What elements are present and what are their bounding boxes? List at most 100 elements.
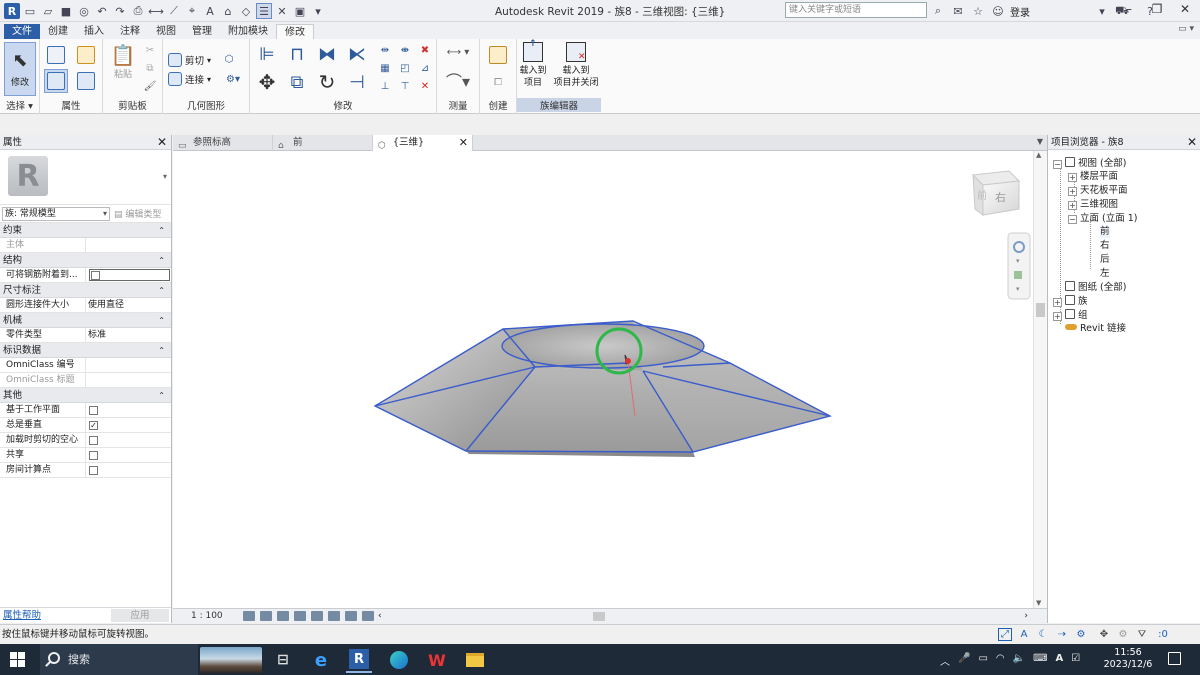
sync-icon[interactable]: ◎ <box>76 3 92 19</box>
trim-single-icon[interactable]: ⊤ <box>398 79 412 93</box>
design-options-icon[interactable]: A <box>1017 628 1031 641</box>
wifi-icon[interactable]: ◠ <box>996 653 1005 668</box>
property-value[interactable] <box>86 448 171 462</box>
property-value[interactable] <box>86 433 171 447</box>
tab-reference-level[interactable]: ▭ 参照标高 <box>173 135 273 151</box>
user-icon[interactable]: ☺ <box>990 3 1006 19</box>
property-group-header[interactable]: 尺寸标注 ⌃ <box>0 283 171 298</box>
restore-button[interactable]: ❐ <box>1148 2 1166 16</box>
close-button[interactable]: ✕ <box>1176 2 1194 16</box>
crop-view-icon[interactable] <box>345 611 357 621</box>
temporary-hide-icon[interactable] <box>362 611 374 621</box>
subscription-icon[interactable]: ✉ <box>950 3 966 19</box>
modify-button[interactable]: ⬉ 修改 <box>4 42 36 96</box>
copy-icon[interactable]: ⧉ <box>143 61 157 75</box>
tree-expander-icon[interactable]: + <box>1053 298 1062 307</box>
browser-node[interactable]: − 视图 (全部) <box>1053 157 1126 170</box>
browser-node[interactable]: 右 <box>1100 240 1110 252</box>
binoculars-icon[interactable]: ⌕ <box>930 3 946 19</box>
filter-icon[interactable]: ⛛ <box>1135 628 1149 641</box>
browser-node[interactable]: − 立面 (立面 1) <box>1068 213 1138 225</box>
trim-extend-icon[interactable]: ⊣ <box>346 71 368 93</box>
editing-requests-icon[interactable]: ☾ <box>1036 628 1050 641</box>
property-group-header[interactable]: 结构 ⌃ <box>0 253 171 268</box>
sun-path-icon[interactable] <box>277 611 289 621</box>
navigation-bar[interactable]: ▾ ▾ <box>1007 232 1031 300</box>
scroll-left-icon[interactable]: ‹ <box>378 609 382 623</box>
scrollbar-thumb[interactable] <box>593 612 605 621</box>
collapse-icon[interactable]: ⌃ <box>158 343 165 358</box>
horizontal-scrollbar[interactable]: ‹ › <box>378 610 1028 622</box>
rotate-icon[interactable]: ↻ <box>316 70 338 94</box>
tab-addins[interactable]: 附加模块 <box>220 24 276 39</box>
edit-type-button[interactable]: ▤ 编辑类型 <box>114 207 161 220</box>
drag-elements-icon[interactable]: ✥ <box>1097 628 1111 641</box>
scroll-up-icon[interactable]: ▲ <box>1036 151 1041 159</box>
viewcube[interactable]: 前 右 <box>971 170 1021 216</box>
unpin-icon[interactable]: ✖ <box>418 43 432 57</box>
tree-expander-icon[interactable]: − <box>1053 160 1062 169</box>
collapse-icon[interactable]: ⌃ <box>158 253 165 268</box>
settings-icon[interactable]: ⚙ <box>1074 628 1088 641</box>
property-value[interactable] <box>86 238 171 252</box>
taskbar-search[interactable]: 搜索 <box>40 644 198 675</box>
close-icon[interactable]: ✕ <box>459 135 468 151</box>
collapse-icon[interactable]: ⌃ <box>158 388 165 403</box>
revit-app-icon[interactable]: R <box>4 3 20 19</box>
split-element-icon[interactable]: ⇹ <box>378 43 392 57</box>
visual-style-icon[interactable] <box>260 611 272 621</box>
tag-icon[interactable]: ⌖ <box>184 3 200 19</box>
create-group-icon[interactable] <box>486 43 510 67</box>
mirror-draw-icon[interactable]: ⧔ <box>346 43 368 65</box>
collapse-icon[interactable]: ⌃ <box>158 223 165 238</box>
default-3d-view-icon[interactable]: ⌂ <box>220 3 236 19</box>
align-icon[interactable]: ⊫ <box>256 43 278 65</box>
login-link[interactable]: 登录 <box>1010 4 1030 19</box>
property-group-header[interactable]: 机械 ⌃ <box>0 313 171 328</box>
taskbar-clock[interactable]: 11:56 2023/12/6 <box>1098 647 1158 671</box>
view-scale[interactable]: 1 : 100 <box>191 609 223 623</box>
join-geometry-button[interactable]: 连接 ▾ <box>168 72 211 86</box>
new-icon[interactable]: ▭ <box>22 3 38 19</box>
tree-expander-icon[interactable]: + <box>1068 173 1077 182</box>
browser-node[interactable]: + 族 <box>1053 295 1088 308</box>
match-properties-icon[interactable]: 🖌 <box>143 79 157 93</box>
mirror-axis-icon[interactable]: ⧓ <box>316 43 338 65</box>
browser-node[interactable]: 前 <box>1100 226 1110 238</box>
properties-toggle-icon[interactable] <box>44 69 68 93</box>
scale-icon[interactable]: ◰ <box>398 61 412 75</box>
property-value[interactable] <box>86 373 171 387</box>
vertical-scrollbar[interactable]: ▲ ▼ <box>1033 151 1047 608</box>
task-view-icon[interactable]: ⊟ <box>270 647 296 673</box>
wps-office-icon[interactable]: W <box>424 647 450 673</box>
open-icon[interactable]: ▱ <box>40 3 56 19</box>
tab-front-elevation[interactable]: ⌂ 前 <box>273 135 373 151</box>
property-value[interactable] <box>86 268 171 282</box>
print-icon[interactable]: ⎙ <box>130 3 146 19</box>
scroll-down-icon[interactable]: ▼ <box>1036 599 1041 607</box>
search-input[interactable]: 键入关键字或短语 <box>785 2 927 18</box>
ribbon-options-icon[interactable]: ▭ ▾ <box>1178 24 1194 34</box>
cut-icon[interactable]: ✂ <box>143 43 157 57</box>
dimension-tool-icon[interactable]: ⌒▾ <box>441 69 475 91</box>
scrollbar-thumb[interactable] <box>1036 303 1045 317</box>
load-into-project-and-close-button[interactable]: ✕ 载入到 项目并关闭 <box>551 42 601 89</box>
browser-node[interactable]: + 天花板平面 <box>1068 185 1128 197</box>
family-types-icon[interactable] <box>44 43 68 67</box>
tab-3d-view[interactable]: ⬡ {三维} ✕ <box>373 135 473 151</box>
property-checkbox[interactable] <box>89 269 170 281</box>
tree-expander-icon[interactable]: + <box>1068 187 1077 196</box>
revit-taskbar-icon[interactable]: R <box>346 647 372 673</box>
split-face-icon[interactable]: ⬡ <box>221 51 237 67</box>
family-solid-model[interactable] <box>373 320 832 457</box>
lock-view-icon[interactable] <box>328 611 340 621</box>
property-value[interactable]: ✓ <box>86 418 171 432</box>
property-checkbox[interactable] <box>89 436 98 445</box>
browser-node[interactable]: Revit 链接 <box>1053 323 1126 335</box>
edge-browser-icon[interactable] <box>386 647 412 673</box>
tree-expander-icon[interactable]: + <box>1053 312 1062 321</box>
panel-label-select[interactable]: 选择 ▾ <box>0 98 39 112</box>
measure-between-icon[interactable]: ⟷ ▾ <box>441 43 475 61</box>
chevron-up-icon[interactable]: ︿ <box>940 653 950 668</box>
detail-level-icon[interactable] <box>243 611 255 621</box>
